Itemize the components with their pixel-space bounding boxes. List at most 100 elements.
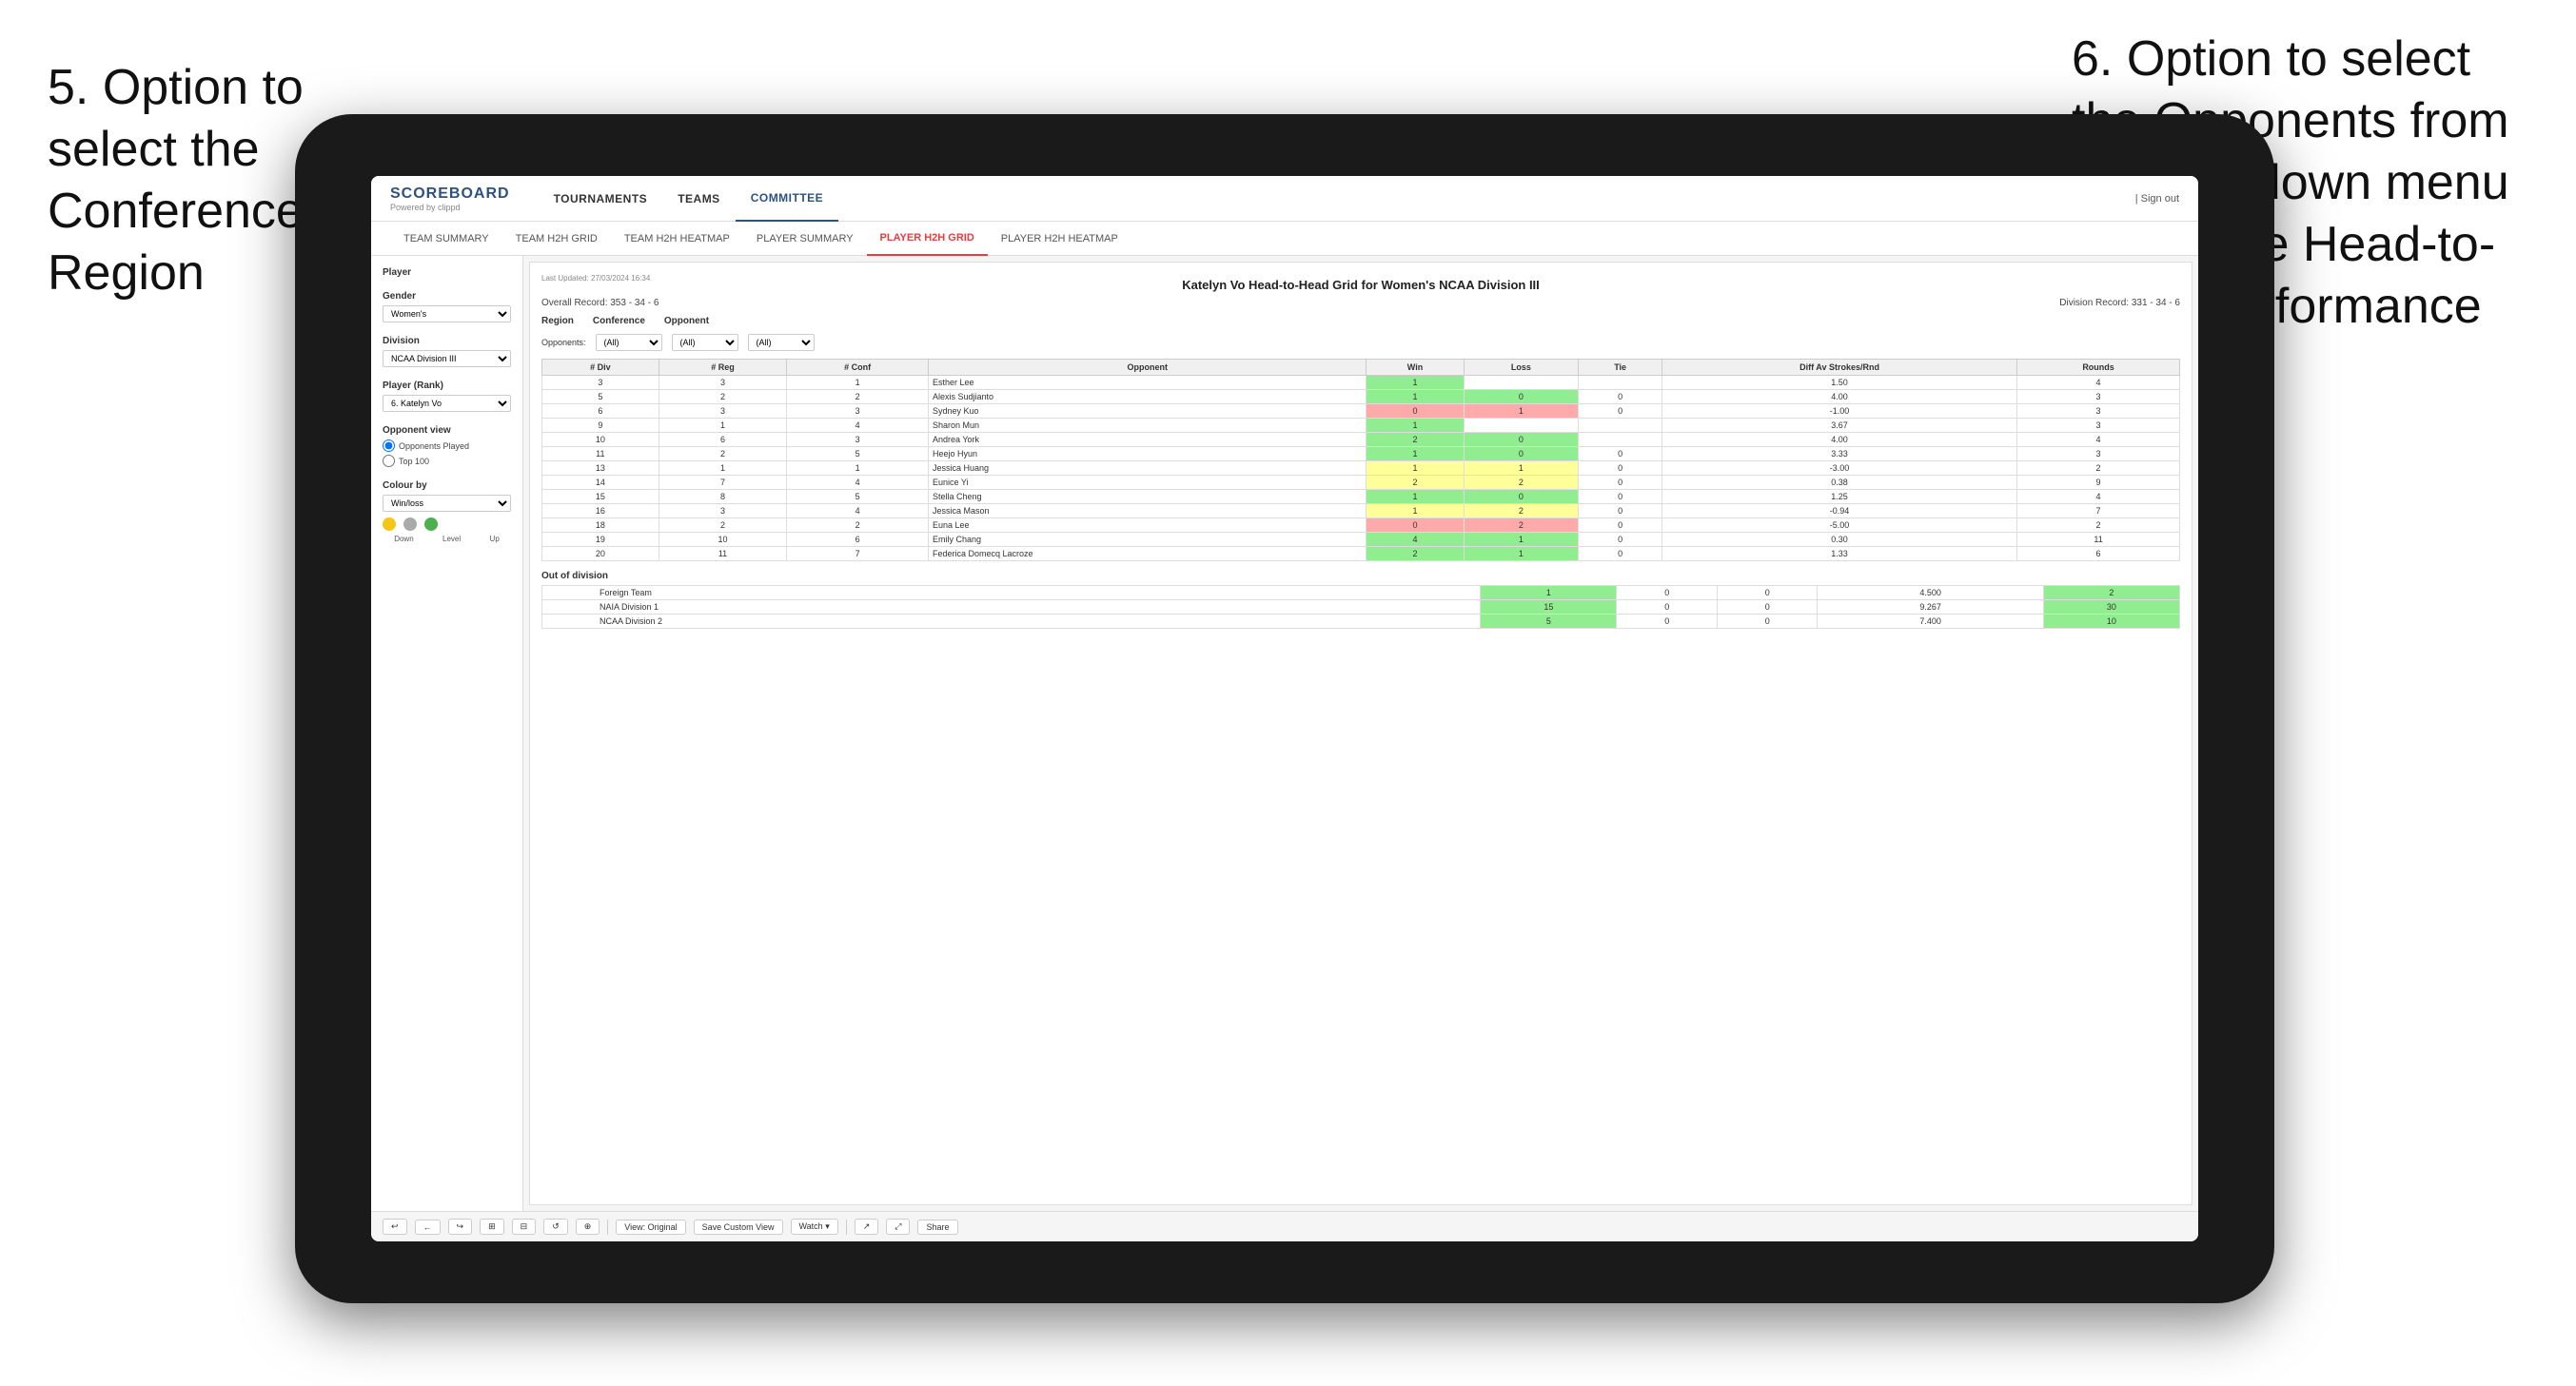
toolbar-plus[interactable]: ⊕ xyxy=(576,1219,600,1235)
radio-opponents-played[interactable]: Opponents Played xyxy=(383,439,511,452)
cell-reg: 6 xyxy=(659,433,787,447)
report-records: Overall Record: 353 - 34 - 6 Division Re… xyxy=(541,298,2180,308)
toolbar-refresh[interactable]: ↺ xyxy=(543,1219,568,1235)
cell-div: 11 xyxy=(542,447,659,461)
toolbar-save-custom[interactable]: Save Custom View xyxy=(694,1220,783,1235)
nav-committee[interactable]: COMMITTEE xyxy=(736,176,839,222)
sidebar-opponent-section: Opponent view Opponents Played Top 100 xyxy=(383,425,511,467)
cell-out-loss: 0 xyxy=(1617,615,1718,629)
cell-out-loss: 0 xyxy=(1617,600,1718,615)
table-row: 20 11 7 Federica Domecq Lacroze 2 1 0 1.… xyxy=(542,547,2180,561)
toolbar-redo[interactable]: ↪ xyxy=(448,1219,473,1235)
toolbar-watch[interactable]: Watch ▾ xyxy=(791,1219,838,1235)
sidebar-player-label: Player xyxy=(383,267,511,278)
colour-by-select[interactable]: Win/loss xyxy=(383,495,511,512)
cell-diff: 3.67 xyxy=(1662,419,2017,433)
nav-teams[interactable]: TEAMS xyxy=(662,176,736,222)
cell-rounds: 4 xyxy=(2017,433,2180,447)
toolbar-sep1 xyxy=(607,1220,608,1235)
toolbar-export[interactable]: ↗ xyxy=(855,1219,879,1235)
label-up: Up xyxy=(490,535,500,543)
toolbar-grid[interactable]: ⊞ xyxy=(480,1219,504,1235)
filter-group-region: Region xyxy=(541,316,574,326)
cell-tie xyxy=(1579,376,1662,390)
cell-conf: 1 xyxy=(787,376,929,390)
cell-div: 20 xyxy=(542,547,659,561)
sidebar-bottom-labels: Down Level Up xyxy=(383,535,511,543)
sign-out[interactable]: | Sign out xyxy=(2135,193,2179,205)
cell-opponent: Stella Cheng xyxy=(929,490,1367,504)
main-data-table: # Div # Reg # Conf Opponent Win Loss Tie… xyxy=(541,359,2180,561)
toolbar-view-original[interactable]: View: Original xyxy=(616,1220,685,1235)
sidebar-gender-label: Gender xyxy=(383,291,511,302)
table-row: 5 2 2 Alexis Sudjianto 1 0 0 4.00 3 xyxy=(542,390,2180,404)
cell-div: 18 xyxy=(542,518,659,533)
toolbar-back[interactable]: ← xyxy=(415,1220,441,1235)
toolbar-share[interactable]: Share xyxy=(917,1220,957,1235)
nav-tournaments[interactable]: TOURNAMENTS xyxy=(539,176,663,222)
col-conf: # Conf xyxy=(787,360,929,376)
player-rank-select[interactable]: 6. Katelyn Vo xyxy=(383,395,511,412)
col-tie: Tie xyxy=(1579,360,1662,376)
cell-win: 1 xyxy=(1367,504,1464,518)
sidebar: Player Gender Women's Division NCAA Divi… xyxy=(371,256,523,1211)
subnav-player-summary[interactable]: PLAYER SUMMARY xyxy=(743,222,867,256)
cell-loss: 1 xyxy=(1464,461,1579,476)
cell-opponent: Euna Lee xyxy=(929,518,1367,533)
cell-opponent: Emily Chang xyxy=(929,533,1367,547)
last-updated: Last Updated: 27/03/2024 16:34 xyxy=(541,274,650,283)
opponent-filter-select[interactable]: (All) xyxy=(748,334,815,351)
cell-loss: 1 xyxy=(1464,547,1579,561)
cell-out-rounds: 30 xyxy=(2043,600,2179,615)
filter-conference-label: Conference xyxy=(593,316,645,326)
subnav-player-h2h-grid[interactable]: PLAYER H2H GRID xyxy=(867,222,988,256)
region-filter-select[interactable]: (All) xyxy=(596,334,662,351)
cell-opponent: Andrea York xyxy=(929,433,1367,447)
cell-out-rounds: 2 xyxy=(2043,586,2179,600)
radio-top-100[interactable]: Top 100 xyxy=(383,455,511,467)
out-of-division-table: Foreign Team 1 0 0 4.500 2 NAIA Division… xyxy=(541,585,2180,629)
cell-loss: 0 xyxy=(1464,447,1579,461)
cell-reg: 2 xyxy=(659,518,787,533)
cell-rounds: 3 xyxy=(2017,404,2180,419)
top-nav: SCOREBOARD Powered by clippd TOURNAMENTS… xyxy=(371,176,2198,222)
cell-rounds: 6 xyxy=(2017,547,2180,561)
subnav-player-h2h-heatmap[interactable]: PLAYER H2H HEATMAP xyxy=(988,222,1131,256)
cell-win: 0 xyxy=(1367,404,1464,419)
cell-conf: 2 xyxy=(787,518,929,533)
cell-rounds: 4 xyxy=(2017,490,2180,504)
gender-select[interactable]: Women's xyxy=(383,305,511,322)
report-header: Katelyn Vo Head-to-Head Grid for Women's… xyxy=(541,278,2180,292)
cell-loss: 1 xyxy=(1464,404,1579,419)
conference-filter-select[interactable]: (All) xyxy=(672,334,738,351)
cell-conf: 4 xyxy=(787,476,929,490)
toolbar-undo[interactable]: ↩ xyxy=(383,1219,407,1235)
cell-rounds: 7 xyxy=(2017,504,2180,518)
overall-record: Overall Record: 353 - 34 - 6 xyxy=(541,298,659,308)
cell-div: 10 xyxy=(542,433,659,447)
cell-tie: 0 xyxy=(1579,476,1662,490)
cell-conf: 2 xyxy=(787,390,929,404)
toolbar-expand[interactable]: ⤢ xyxy=(886,1219,910,1235)
division-select[interactable]: NCAA Division III xyxy=(383,350,511,367)
division-record: Division Record: 331 - 34 - 6 xyxy=(2059,298,2180,308)
cell-diff: 3.33 xyxy=(1662,447,2017,461)
col-reg: # Reg xyxy=(659,360,787,376)
cell-reg: 2 xyxy=(659,390,787,404)
table-row: 18 2 2 Euna Lee 0 2 0 -5.00 2 xyxy=(542,518,2180,533)
cell-win: 4 xyxy=(1367,533,1464,547)
cell-loss: 2 xyxy=(1464,476,1579,490)
out-table-row: NCAA Division 2 5 0 0 7.400 10 xyxy=(542,615,2180,629)
subnav-team-h2h-grid[interactable]: TEAM H2H GRID xyxy=(502,222,611,256)
subnav-team-h2h-heatmap[interactable]: TEAM H2H HEATMAP xyxy=(611,222,743,256)
table-row: 10 6 3 Andrea York 2 0 4.00 4 xyxy=(542,433,2180,447)
label-level: Level xyxy=(442,535,461,543)
cell-reg: 8 xyxy=(659,490,787,504)
subnav-team-summary[interactable]: TEAM SUMMARY xyxy=(390,222,502,256)
filter-row: Region Conference Opponent xyxy=(541,316,2180,326)
cell-out-win: 1 xyxy=(1481,586,1617,600)
cell-rounds: 9 xyxy=(2017,476,2180,490)
logo-sub: Powered by clippd xyxy=(390,203,510,212)
cell-opponent: Esther Lee xyxy=(929,376,1367,390)
toolbar-minus[interactable]: ⊟ xyxy=(512,1219,537,1235)
